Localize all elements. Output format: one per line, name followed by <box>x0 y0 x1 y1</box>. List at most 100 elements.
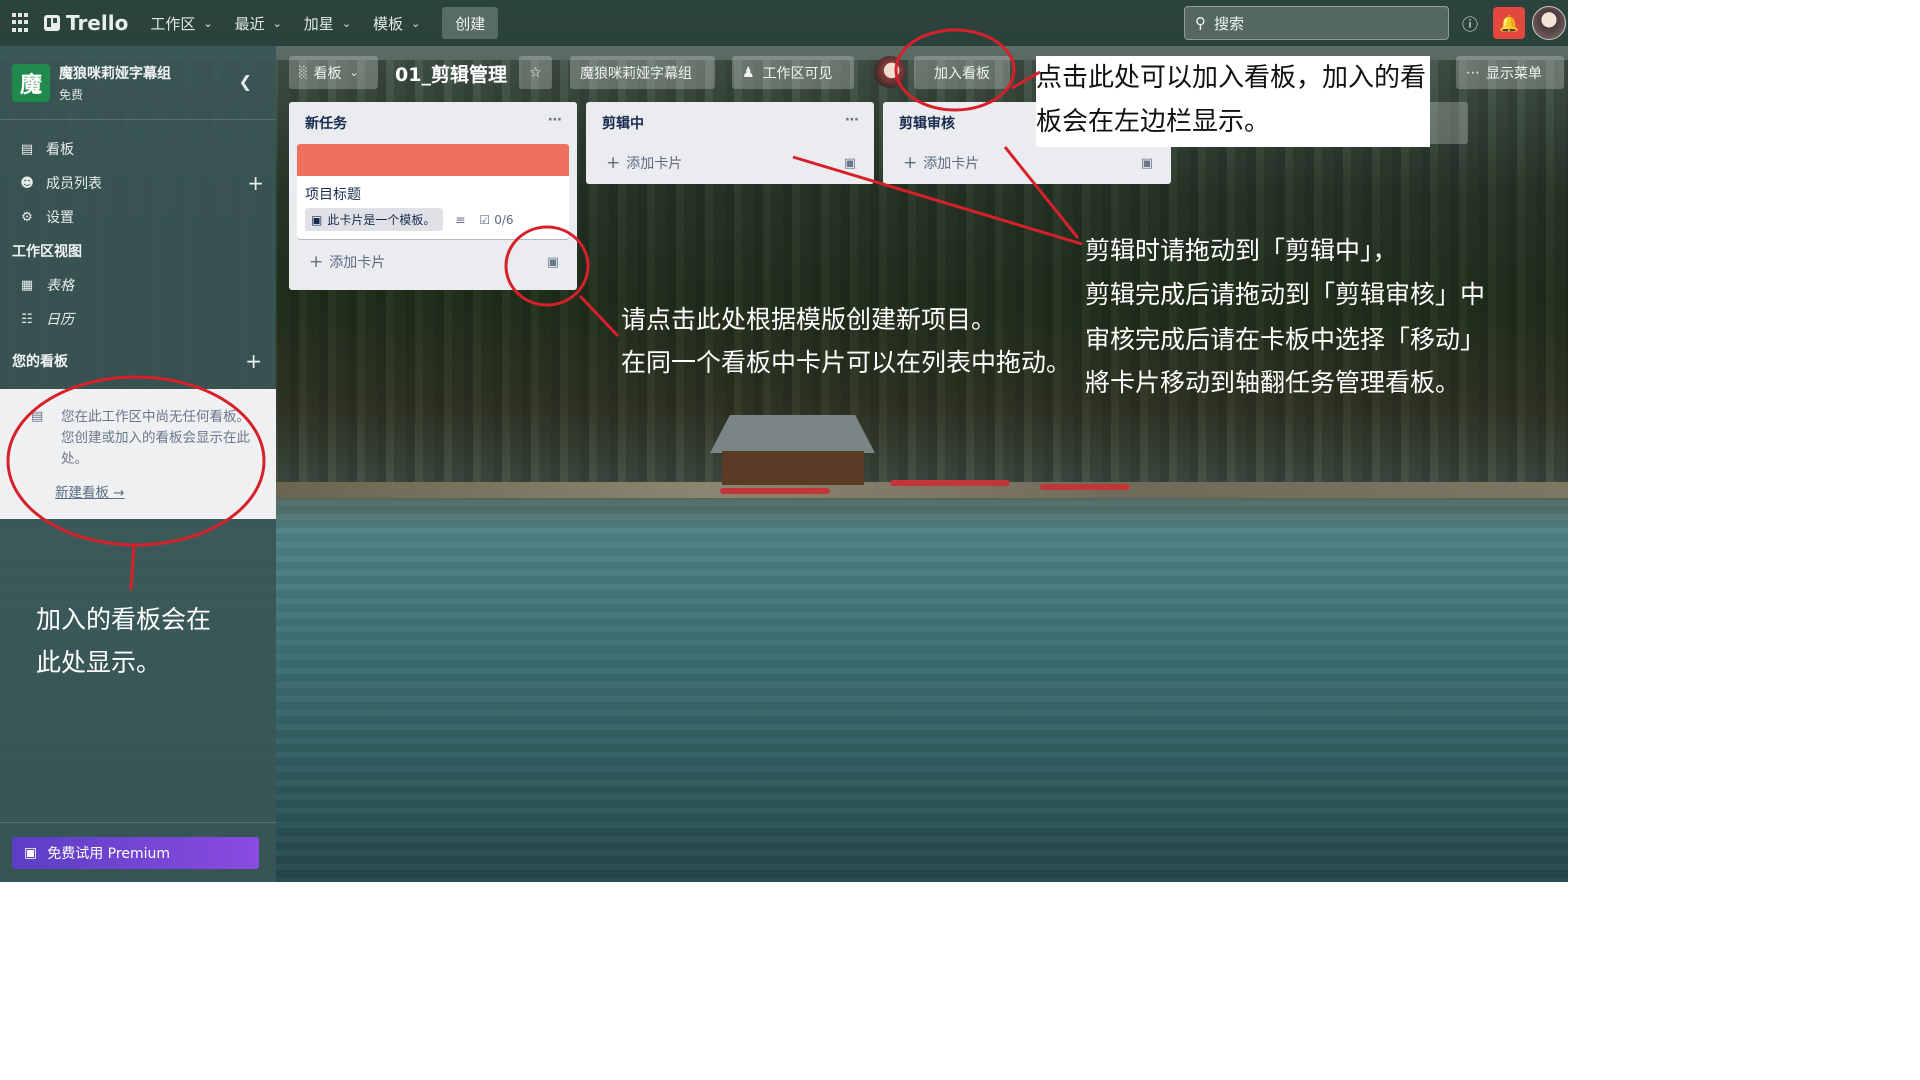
visibility-button[interactable]: ♟ 工作区可见 <box>732 56 854 89</box>
list-title: 剪辑中 <box>602 116 644 132</box>
nav-label: 最近 <box>234 14 265 33</box>
canoe-image <box>890 480 1010 486</box>
empty-boards-text: 您在此工作区中尚无任何看板。您创建或加入的看板会显示在此处。 <box>61 409 250 467</box>
chevron-down-icon: ⌄ <box>203 16 213 30</box>
member-avatar[interactable] <box>874 56 906 88</box>
trello-logo-icon <box>44 15 60 31</box>
add-card-label: 添加卡片 <box>626 156 683 172</box>
workspace-logo[interactable]: 魔 <box>12 63 50 102</box>
list-new-tasks: 新任务 ⋯ 项目标题 ▣ 此卡片是一个模板。 ≡ ☑ 0/6 + 添加卡片 ▣ <box>289 102 577 290</box>
card-title: 项目标题 <box>305 187 361 203</box>
notification-bell-icon[interactable]: 🔔 <box>1493 7 1525 39</box>
create-button[interactable]: 创建 <box>442 7 499 39</box>
flow-note-line: 剪辑时请拖动到「剪辑中」， <box>1085 236 1398 265</box>
template-card[interactable]: 项目标题 ▣ 此卡片是一个模板。 ≡ ☑ 0/6 <box>297 144 569 239</box>
sidebar-item-calendar[interactable]: ☷ 日历 <box>0 302 276 336</box>
list-title: 剪辑审核 <box>899 116 955 132</box>
info-icon[interactable]: ⓘ <box>1456 9 1484 37</box>
board-icon: ▤ <box>31 409 44 424</box>
nav-recent[interactable]: 最近 ⌄ <box>235 13 282 34</box>
add-card-label: 添加卡片 <box>923 156 980 172</box>
user-avatar[interactable] <box>1532 6 1566 40</box>
join-board-button[interactable]: 加入看板 <box>914 56 1010 89</box>
add-member-icon[interactable]: + <box>247 171 264 195</box>
sidebar-item-settings[interactable]: ⚙ 设置 <box>0 200 276 234</box>
card-cover <box>297 144 569 176</box>
search-placeholder: 搜索 <box>1214 14 1245 33</box>
workspace-header: 魔 魔狼咪莉娅字幕组 免费 ❮ <box>0 46 276 120</box>
app-switcher-icon[interactable] <box>12 13 32 33</box>
visibility-label: 工作区可见 <box>762 65 833 82</box>
template-badge-text: 此卡片是一个模板。 <box>327 213 436 227</box>
view-switcher-button[interactable]: ░ 看板 ⌄ <box>289 56 378 89</box>
canoe-image <box>720 488 830 494</box>
add-card-button[interactable]: + 添加卡片 ▣ <box>289 243 577 281</box>
collapse-sidebar-icon[interactable]: ❮ <box>239 72 252 91</box>
board-title[interactable]: 01_剪辑管理 <box>395 60 507 87</box>
workspace-views-heading: 工作区视图 <box>12 244 82 260</box>
empty-boards-panel: ▤ 您在此工作区中尚无任何看板。您创建或加入的看板会显示在此处。 新建看板 → <box>0 389 276 519</box>
star-icon: ☆ <box>529 64 542 81</box>
chevron-down-icon: ⌄ <box>272 16 282 30</box>
nav-starred[interactable]: 加星 ⌄ <box>304 13 351 34</box>
premium-trial-button[interactable]: ▣ 免费试用 Premium <box>12 837 259 869</box>
nav-label: 加星 <box>303 14 334 33</box>
add-card-button[interactable]: + 添加卡片 ▣ <box>883 144 1171 182</box>
flow-note-line: 剪辑完成后请拖动到「剪辑审核」中 <box>1085 280 1486 309</box>
list-header[interactable]: 新任务 ⋯ <box>289 102 577 144</box>
show-menu-button[interactable]: ⋯ 显示菜单 <box>1456 56 1564 89</box>
add-card-button[interactable]: + 添加卡片 ▣ <box>586 144 874 182</box>
sidebar-item-label: 日历 <box>46 312 74 328</box>
list-editing: 剪辑中 ⋯ + 添加卡片 ▣ <box>586 102 874 184</box>
plus-icon: + <box>606 153 621 173</box>
trello-logo[interactable]: Trello <box>44 11 128 35</box>
plus-icon: + <box>309 252 324 272</box>
workspace-button[interactable]: 魔狼咪莉娅字幕组 <box>570 56 715 89</box>
create-from-template-icon[interactable]: ▣ <box>844 156 856 171</box>
list-menu-icon[interactable]: ⋯ <box>548 112 563 128</box>
join-note-line: 点击此处可以加入看板，加入的看 <box>1036 63 1427 93</box>
cabin-image <box>700 415 885 485</box>
more-icon: ⋯ <box>1466 64 1480 81</box>
show-menu-label: 显示菜单 <box>1486 65 1542 82</box>
canoe-image <box>1040 484 1130 490</box>
sidebar-item-label: 成员列表 <box>46 176 102 192</box>
list-title: 新任务 <box>305 116 347 132</box>
flow-note-line: 將卡片移动到轴翻任务管理看板。 <box>1085 368 1461 397</box>
create-from-template-icon[interactable]: ▣ <box>547 255 559 270</box>
sidebar-divider <box>0 822 276 823</box>
sidebar-item-table[interactable]: ▦ 表格 <box>0 268 276 302</box>
person-icon: ☻ <box>20 175 34 191</box>
list-header[interactable]: 剪辑中 ⋯ <box>586 102 874 144</box>
table-icon: ▦ <box>20 277 34 293</box>
sidebar-item-label: 设置 <box>46 210 74 226</box>
sidebar-item-members[interactable]: ☻ 成员列表 + <box>0 166 276 200</box>
list-menu-icon[interactable]: ⋯ <box>845 112 860 128</box>
search-input[interactable]: ⚲ 搜索 <box>1184 6 1449 40</box>
template-note-line: 在同一个看板中卡片可以在列表中拖动。 <box>621 348 1072 377</box>
briefcase-icon: ▣ <box>24 845 38 861</box>
nav-templates[interactable]: 模板 ⌄ <box>373 13 420 34</box>
create-from-template-icon[interactable]: ▣ <box>1141 156 1153 171</box>
join-note-line: 板会在左边栏显示。 <box>1036 107 1271 137</box>
workspace-name: 魔狼咪莉娅字幕组 <box>59 65 171 82</box>
premium-label: 免费试用 Premium <box>47 846 170 862</box>
add-board-icon[interactable]: + <box>245 349 262 373</box>
plus-icon: + <box>903 153 918 173</box>
sidebar: 魔 魔狼咪莉娅字幕组 免费 ❮ ▤ 看板 ☻ 成员列表 + ⚙ 设置 工作区视图… <box>0 46 276 882</box>
star-board-button[interactable]: ☆ <box>519 56 552 89</box>
logo-text: Trello <box>66 11 129 35</box>
template-icon: ▣ <box>311 212 323 227</box>
new-board-label: 新建看板 <box>55 485 109 501</box>
nav-workspaces[interactable]: 工作区 ⌄ <box>150 13 212 34</box>
checklist-count: 0/6 <box>494 212 514 227</box>
sidebar-note-line: 此处显示。 <box>36 648 162 677</box>
new-board-link[interactable]: 新建看板 → <box>55 481 125 501</box>
sidebar-item-boards[interactable]: ▤ 看板 <box>0 132 276 166</box>
arrow-right-icon: → <box>113 485 125 501</box>
description-icon: ≡ <box>455 212 466 227</box>
sidebar-item-label: 看板 <box>46 142 74 158</box>
people-icon: ♟ <box>742 64 755 81</box>
workspace-plan: 免费 <box>59 87 84 102</box>
flow-note-line: 审核完成后请在卡板中选择「移动」 <box>1085 325 1486 354</box>
